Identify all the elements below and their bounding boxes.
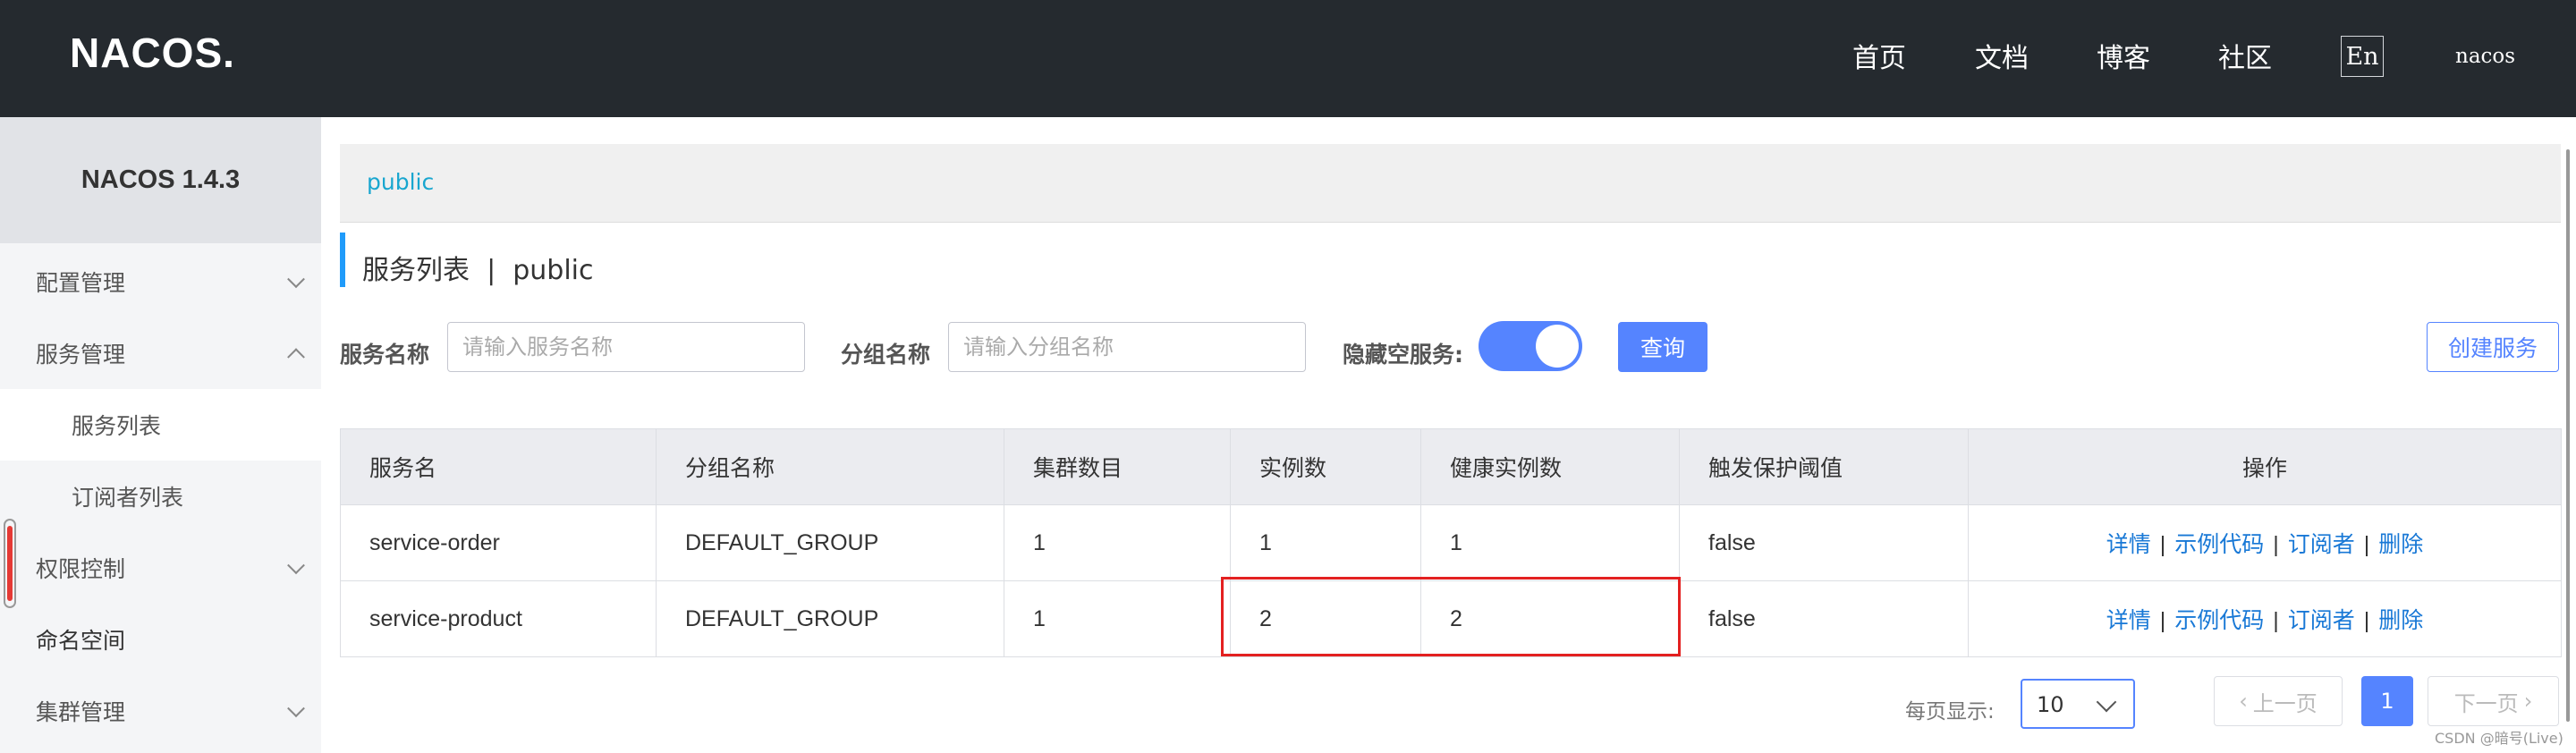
cell-operations: 详情 | 示例代码 | 订阅者 | 删除 [1968, 580, 2562, 657]
separator: | [2363, 608, 2370, 633]
svg-text:NACOS.: NACOS. [70, 30, 235, 76]
column-header-protect-threshold: 触发保护阈值 [1679, 428, 1969, 505]
cell-cluster-count: 1 [1004, 580, 1231, 657]
next-page-label: 下一页 [2453, 690, 2519, 716]
column-header-group-name: 分组名称 [656, 428, 1004, 505]
page-size-value: 10 [2037, 692, 2064, 717]
service-name-input[interactable] [447, 322, 805, 372]
title-accent-bar [340, 233, 345, 287]
page-scrollbar[interactable] [2566, 149, 2570, 722]
cell-healthy-instance-count: 2 [1420, 580, 1680, 657]
column-header-operations: 操作 [1968, 428, 2562, 505]
sidebar: NACOS 1.4.3 配置管理 服务管理 服务列表 订阅者列表 权限控制 命名… [0, 117, 321, 753]
user-name[interactable]: nacos [2455, 45, 2515, 68]
sidebar-scroll-indicator[interactable] [4, 519, 16, 608]
page-title: 服务列表 | public [362, 255, 594, 286]
sidebar-item-cluster-management[interactable]: 集群管理 [0, 675, 321, 747]
page-size-select[interactable]: 10 [2021, 679, 2135, 729]
column-header-healthy-instance-count: 健康实例数 [1420, 428, 1680, 505]
sidebar-item-config-management[interactable]: 配置管理 [0, 246, 321, 317]
subscribers-link[interactable]: 订阅者 [2288, 608, 2355, 633]
sidebar-item-label: 服务管理 [36, 342, 126, 368]
chevron-right-icon: › [2523, 689, 2533, 714]
table-row: service-order DEFAULT_GROUP 1 1 1 false … [340, 504, 2562, 581]
sidebar-item-label: 服务列表 [72, 413, 162, 439]
prev-page-label: 上一页 [2252, 690, 2318, 716]
column-header-instance-count: 实例数 [1230, 428, 1421, 505]
cell-service-name: service-order [340, 504, 657, 581]
top-navbar: NACOS. 首页 文档 博客 社区 En nacos [0, 0, 2576, 117]
sidebar-item-namespace[interactable]: 命名空间 [0, 604, 321, 675]
hide-empty-label: 隐藏空服务: [1343, 342, 1463, 368]
namespace-breadcrumb: public [340, 144, 2561, 223]
sidebar-item-service-list[interactable]: 服务列表 [0, 389, 321, 461]
watermark: CSDN @暗号(Live) [2435, 730, 2563, 747]
cell-protect-threshold: false [1679, 504, 1969, 581]
cell-group-name: DEFAULT_GROUP [656, 504, 1004, 581]
service-table: 服务名 分组名称 集群数目 实例数 健康实例数 触发保护阈值 操作 servic… [340, 428, 2562, 657]
detail-link[interactable]: 详情 [2106, 532, 2151, 557]
cell-group-name: DEFAULT_GROUP [656, 580, 1004, 657]
chevron-left-icon: ‹ [2239, 689, 2248, 714]
logo-icon: NACOS. [70, 30, 235, 76]
separator: | [2273, 532, 2279, 557]
delete-link[interactable]: 删除 [2378, 608, 2423, 633]
column-header-service-name: 服务名 [340, 428, 657, 505]
table-header-row: 服务名 分组名称 集群数目 实例数 健康实例数 触发保护阈值 操作 [340, 428, 2562, 505]
separator: | [2159, 608, 2166, 633]
cell-instance-count: 1 [1230, 504, 1421, 581]
subscribers-link[interactable]: 订阅者 [2288, 532, 2355, 557]
sidebar-item-label: 配置管理 [36, 270, 126, 296]
nav-home[interactable]: 首页 [1852, 39, 1906, 79]
cell-healthy-instance-count: 1 [1420, 504, 1680, 581]
sidebar-item-label: 订阅者列表 [72, 485, 184, 511]
cell-cluster-count: 1 [1004, 504, 1231, 581]
sidebar-item-label: 集群管理 [36, 699, 126, 725]
cell-service-name: service-product [340, 580, 657, 657]
detail-link[interactable]: 详情 [2106, 608, 2151, 633]
sidebar-item-service-management[interactable]: 服务管理 [0, 317, 321, 389]
cell-operations: 详情 | 示例代码 | 订阅者 | 删除 [1968, 504, 2562, 581]
toggle-knob [1536, 325, 1579, 368]
group-name-input[interactable] [948, 322, 1306, 372]
create-service-button[interactable]: 创建服务 [2427, 322, 2559, 372]
main-content: public 服务列表 | public 服务名称 分组名称 隐藏空服务: 查询… [321, 117, 2576, 753]
separator: | [2363, 532, 2370, 557]
prev-page-button[interactable]: ‹ 上一页 [2214, 676, 2343, 726]
nacos-logo[interactable]: NACOS. [70, 29, 249, 79]
chevron-down-icon [287, 270, 305, 289]
namespace-link[interactable]: public [367, 169, 434, 195]
chevron-down-icon [287, 556, 305, 575]
sidebar-item-label: 权限控制 [36, 556, 126, 582]
page-size-label: 每页显示: [1905, 700, 1995, 723]
cell-instance-count: 2 [1230, 580, 1421, 657]
service-name-label: 服务名称 [340, 342, 430, 368]
group-name-label: 分组名称 [841, 342, 931, 368]
cell-protect-threshold: false [1679, 580, 1969, 657]
query-button[interactable]: 查询 [1618, 322, 1707, 372]
separator: | [2273, 608, 2279, 633]
chevron-up-icon [287, 348, 305, 367]
separator: | [2159, 532, 2166, 557]
current-page-button[interactable]: 1 [2361, 676, 2413, 726]
sidebar-item-subscriber-list[interactable]: 订阅者列表 [0, 461, 321, 532]
nav-community[interactable]: 社区 [2218, 39, 2272, 79]
column-header-cluster-count: 集群数目 [1004, 428, 1231, 505]
nav-blog[interactable]: 博客 [2097, 39, 2150, 79]
nav-docs[interactable]: 文档 [1975, 39, 2029, 79]
chevron-down-icon [2096, 691, 2117, 713]
language-toggle-button[interactable]: En [2341, 36, 2384, 77]
next-page-button[interactable]: 下一页 › [2428, 676, 2559, 726]
hide-empty-toggle[interactable] [1479, 321, 1582, 371]
table-row: service-product DEFAULT_GROUP 1 2 2 fals… [340, 580, 2562, 657]
sample-code-link[interactable]: 示例代码 [2174, 532, 2264, 557]
delete-link[interactable]: 删除 [2378, 532, 2423, 557]
sidebar-item-label: 命名空间 [36, 628, 126, 654]
sidebar-title: NACOS 1.4.3 [0, 117, 321, 243]
sidebar-item-access-control[interactable]: 权限控制 [0, 532, 321, 604]
chevron-down-icon [287, 699, 305, 718]
sample-code-link[interactable]: 示例代码 [2174, 608, 2264, 633]
